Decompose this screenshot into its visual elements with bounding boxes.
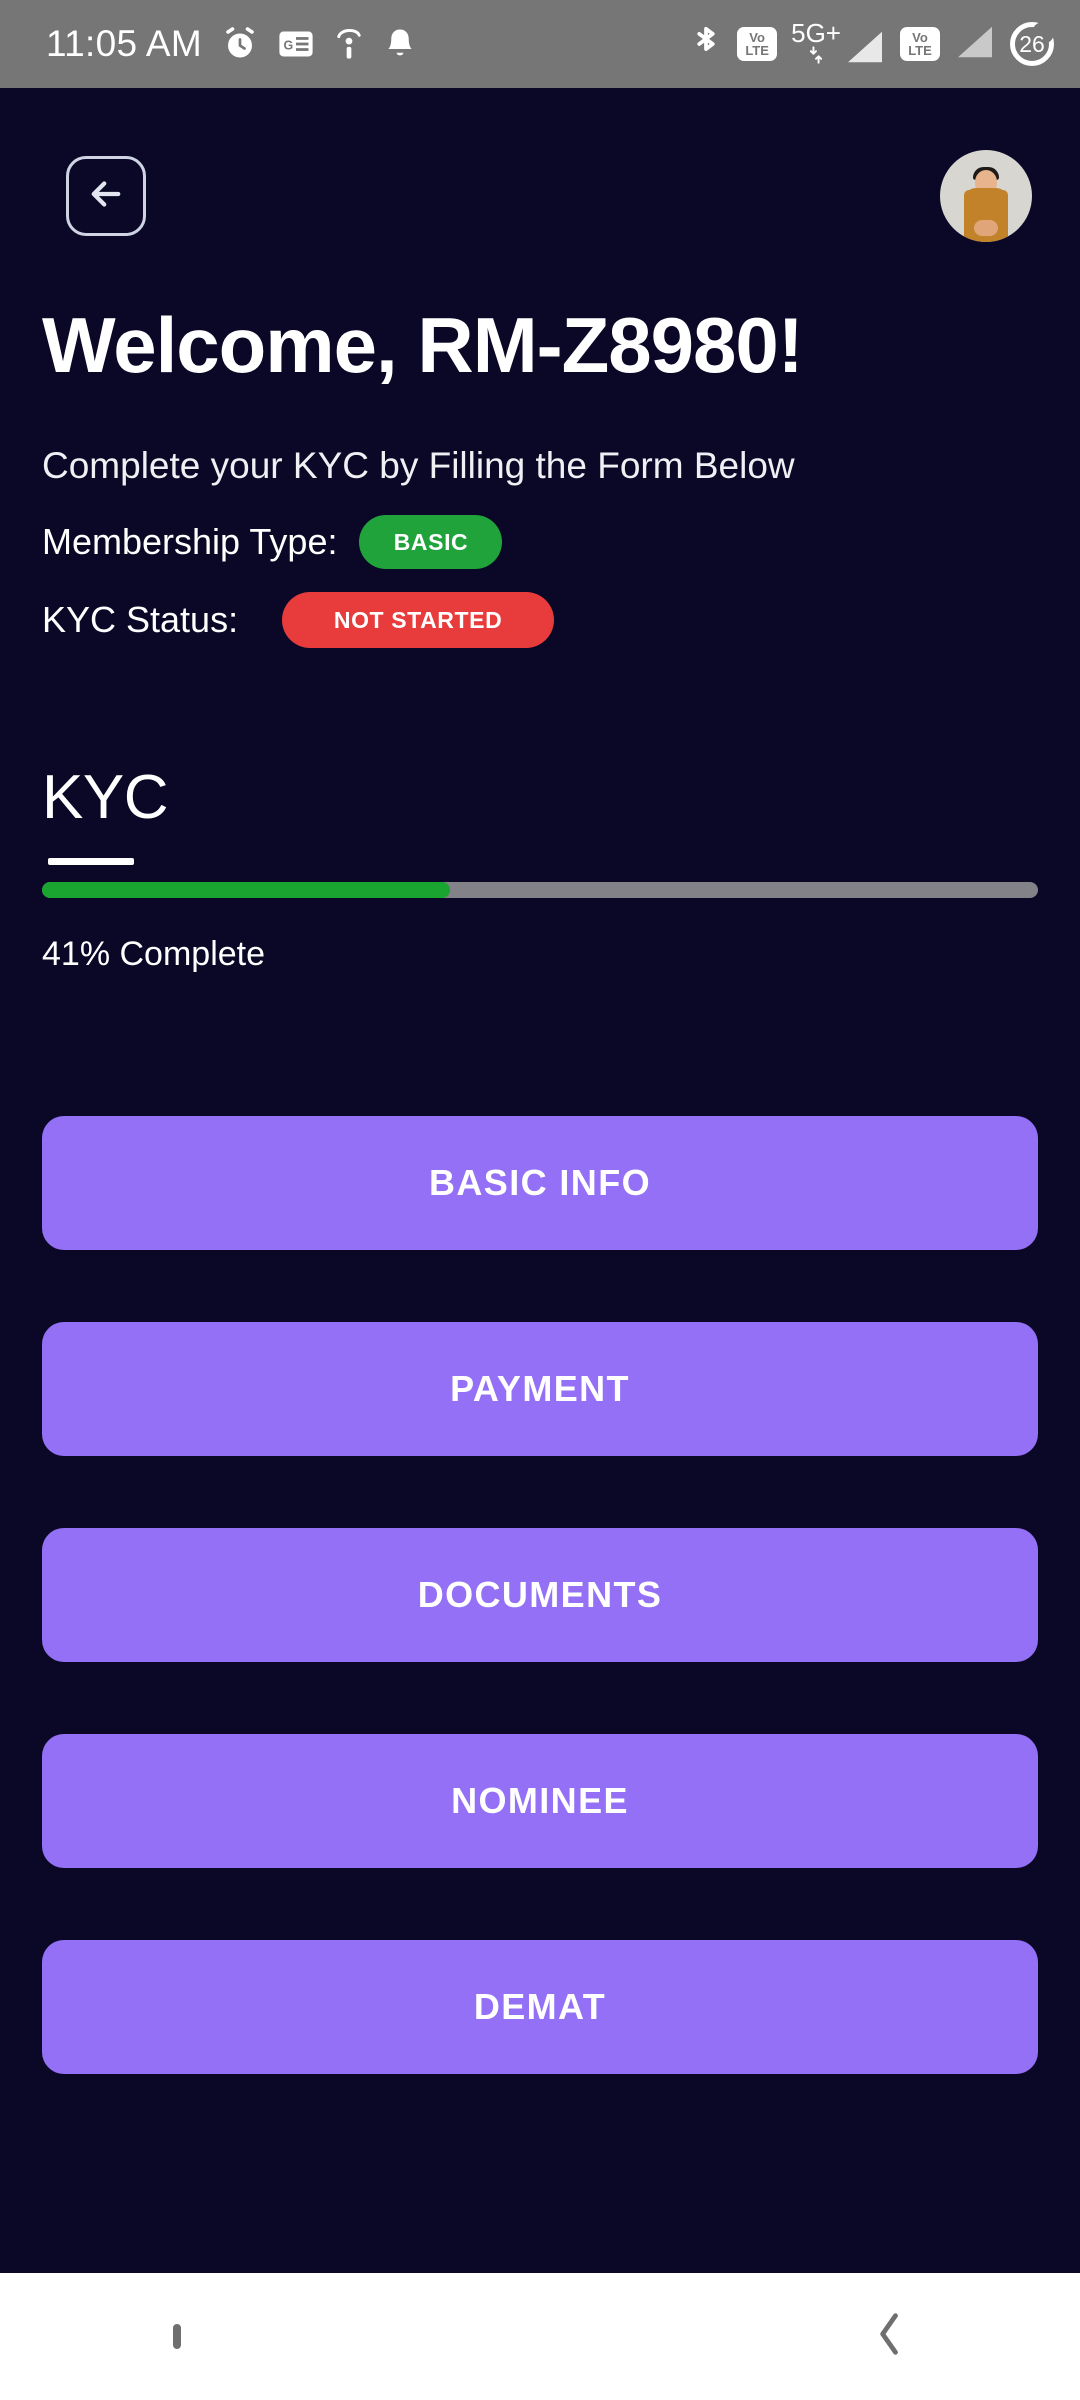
avatar-arm-left [963,190,974,233]
kyc-progress-bar [42,882,1038,898]
membership-row: Membership Type: BASIC [42,515,503,569]
kyc-section-button[interactable]: BASIC INFO [42,1116,1038,1250]
svg-text:G: G [284,39,294,53]
arrow-left-icon [85,173,127,220]
volte-line-1: Vo [749,29,765,45]
volte2-line-1: Vo [912,29,928,45]
chevron-left-icon [873,2313,907,2360]
back-button[interactable] [66,156,146,236]
status-bar: 11:05 AM G Vo LTE 5G+ Vo LTE 26 [0,0,1080,88]
membership-label: Membership Type: [42,521,338,562]
system-back-button[interactable] [873,2312,907,2361]
status-bar-clock: 11:05 AM [46,23,202,64]
kyc-status-badge: NOT STARTED [282,592,555,648]
kyc-progress-fill [42,882,451,898]
kyc-section-button[interactable]: DOCUMENTS [42,1528,1038,1662]
volte-sim2-icon: Vo LTE [900,27,940,61]
kyc-status-label: KYC Status: [42,599,239,640]
volte2-line-2: LTE [908,43,932,58]
kyc-heading-underline [48,858,134,865]
page-subtitle: Complete your KYC by Filling the Form Be… [42,445,795,486]
network-indicator-sim1: 5G+ [791,20,886,69]
avatar[interactable] [940,150,1032,242]
bluetooth-icon [689,22,723,66]
status-bar-right: Vo LTE 5G+ Vo LTE 26 [689,20,1054,69]
google-news-icon: G [278,29,314,59]
avatar-hands [974,219,998,236]
kyc-section-button[interactable]: NOMINEE [42,1734,1038,1868]
kyc-section-heading: KYC [42,763,168,832]
notification-bell-icon [384,26,416,62]
battery-indicator: 26 [1010,22,1054,66]
battery-percent-label: 26 [1019,30,1045,57]
recents-button[interactable] [173,2323,181,2349]
kyc-section-button[interactable]: PAYMENT [42,1322,1038,1456]
kyc-progress-label: 41% Complete [42,935,266,973]
signal-bars-sim2-icon [954,25,996,64]
page-title: Welcome, RM-Z8980! [42,301,804,389]
network-type-label: 5G+ [791,17,841,48]
avatar-arm-right [998,190,1009,233]
signal-bars-sim1-icon [844,30,886,69]
app-screen: 11:05 AM G Vo LTE 5G+ Vo LTE 26 Welcome,… [0,0,1080,2400]
android-navigation-bar [0,2273,1080,2400]
kyc-status-row: KYC Status: NOT STARTED [42,592,555,648]
info-icon [334,25,364,63]
membership-badge: BASIC [359,515,503,569]
volte-line-2: LTE [745,43,769,58]
page-header [0,150,1080,242]
kyc-section-buttons: BASIC INFO PAYMENT DOCUMENTS NOMINEE DEMAT [42,1116,1038,2074]
alarm-clock-icon [222,26,258,62]
square-recents-icon [173,2323,181,2349]
status-bar-left: 11:05 AM G [46,23,416,65]
data-arrows-icon [809,45,823,69]
kyc-section-button[interactable]: DEMAT [42,1940,1038,2074]
volte-sim1-icon: Vo LTE [737,27,778,61]
